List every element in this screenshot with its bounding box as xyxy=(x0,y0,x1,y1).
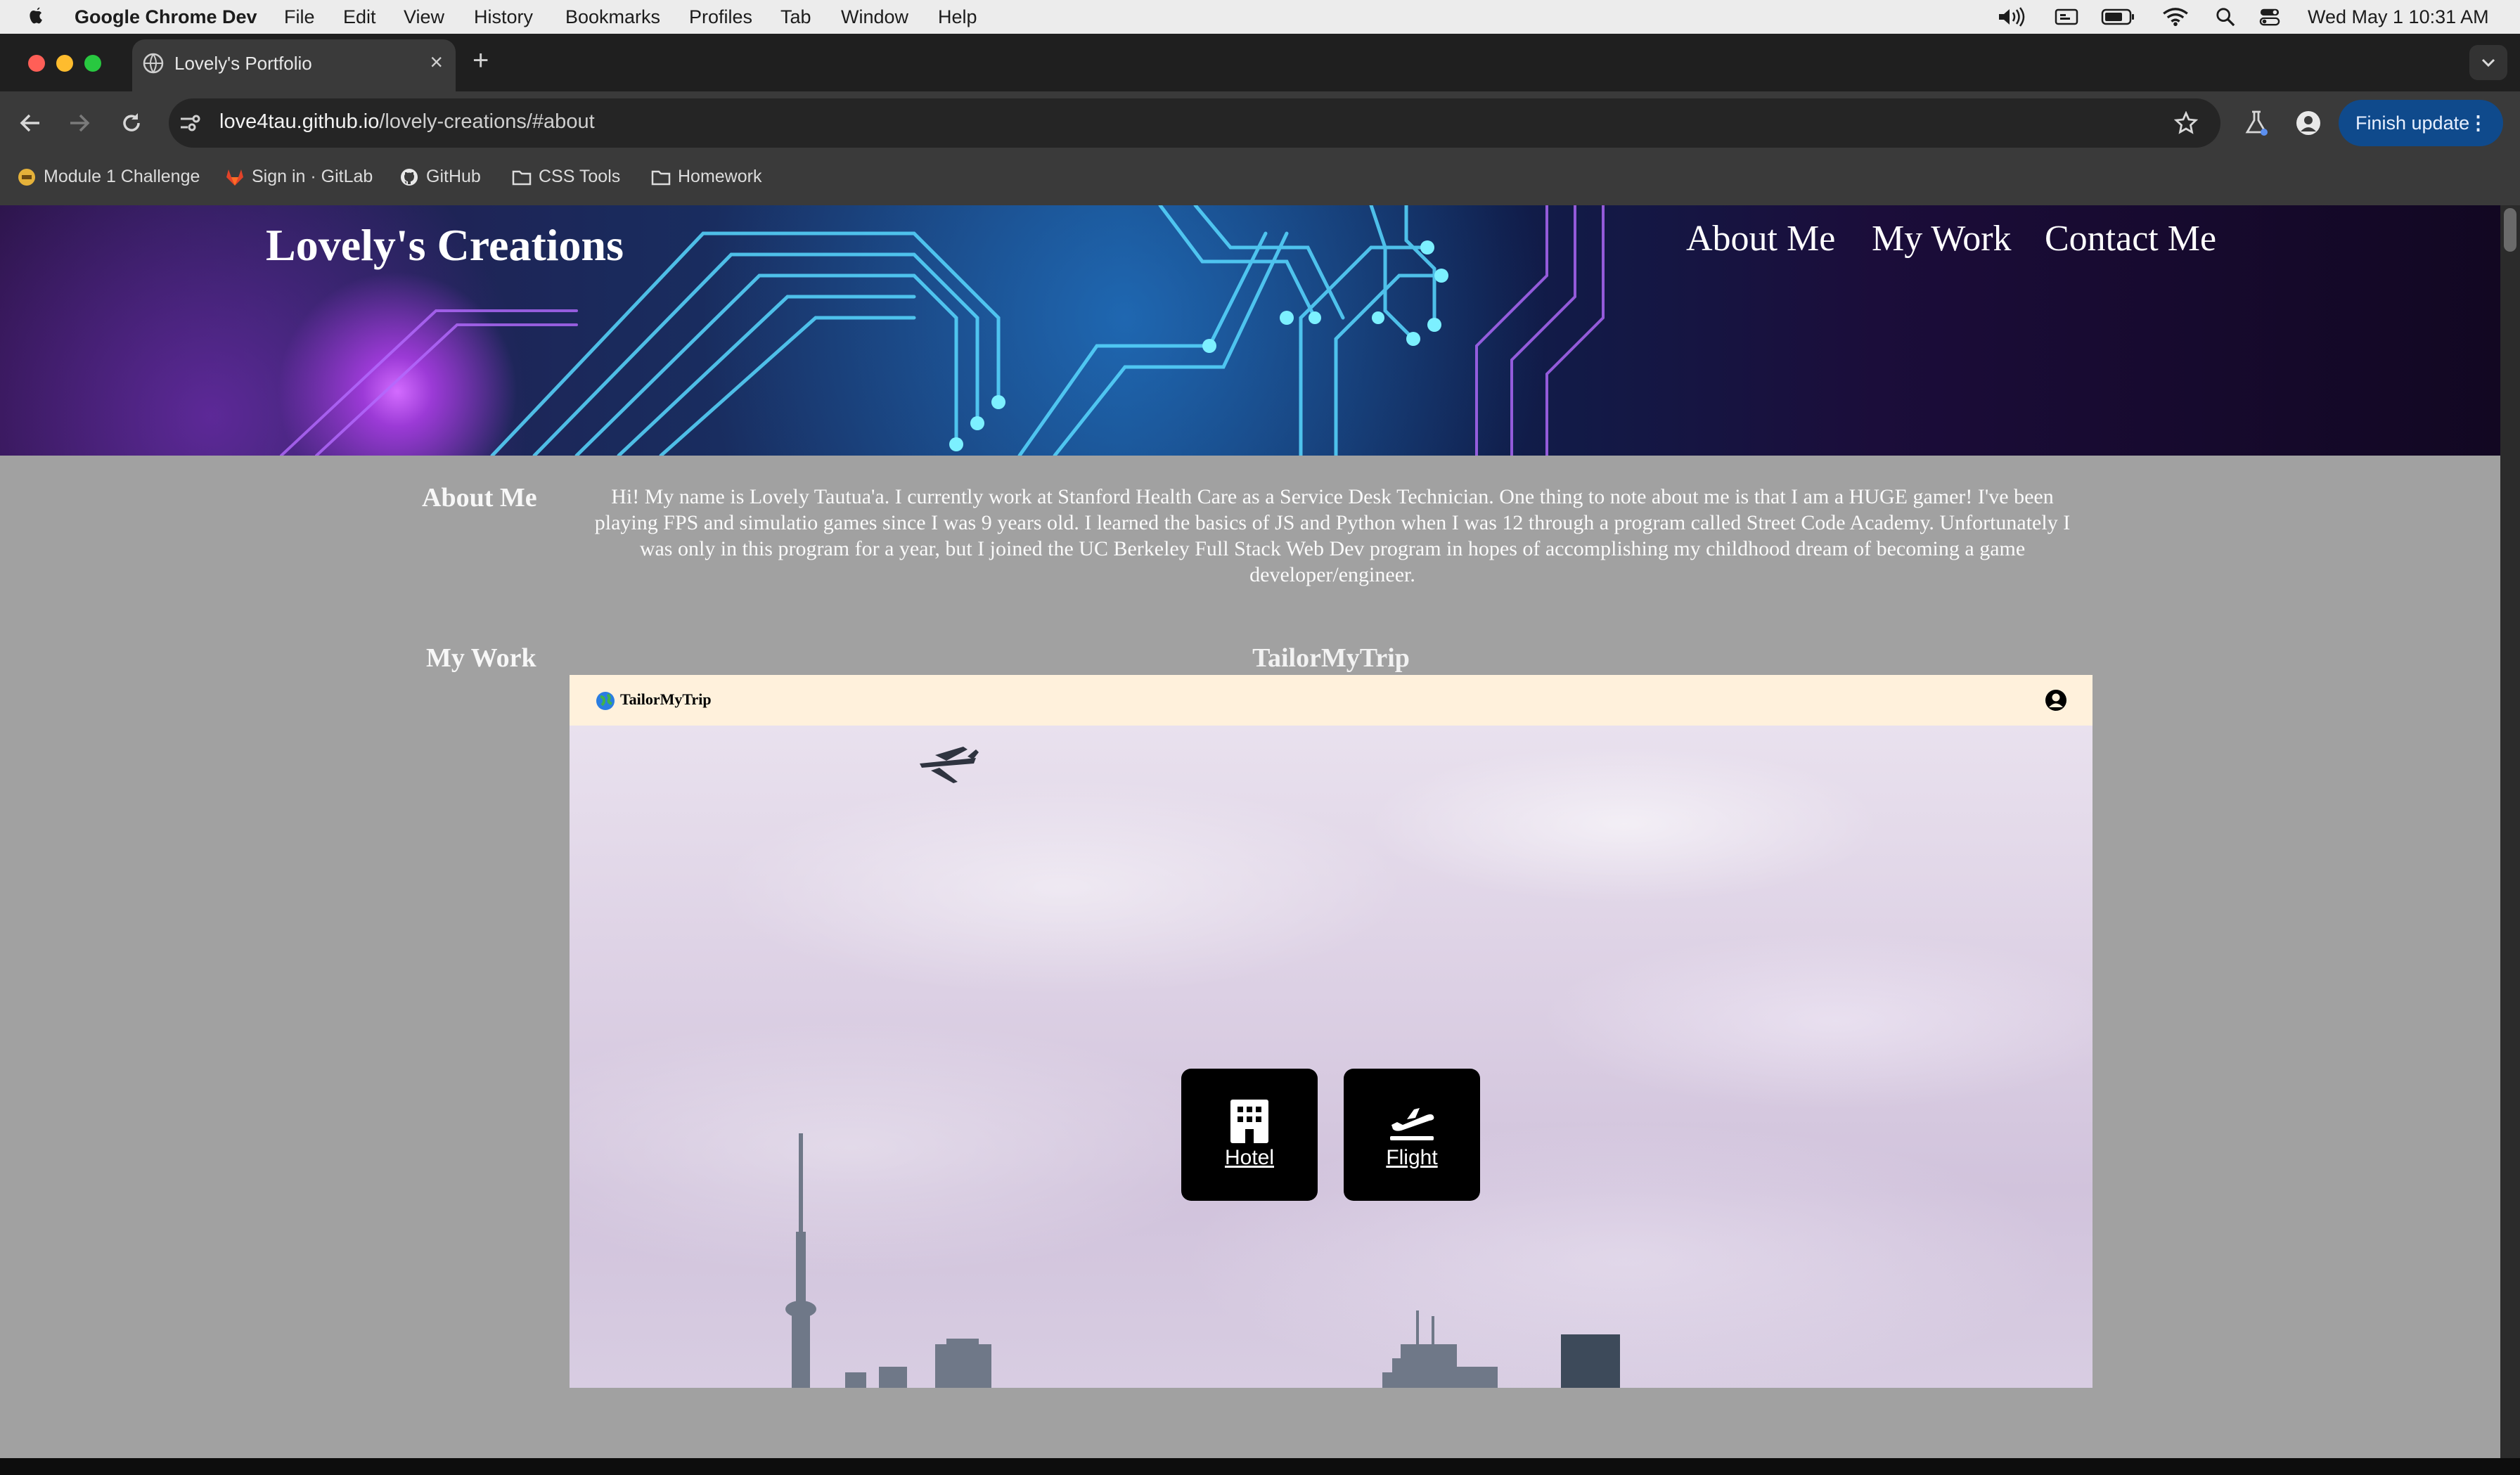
page-scrollbar[interactable] xyxy=(2500,205,2520,1458)
tab-lovelys-portfolio[interactable]: Lovely's Portfolio × xyxy=(132,39,456,91)
project-preview-tailormytrip[interactable]: TailorMyTrip Hotel Flight xyxy=(570,675,2092,1388)
globe-icon xyxy=(143,53,164,74)
hero-banner: Lovely's Creations About Me My Work Cont… xyxy=(0,205,2500,456)
menu-window[interactable]: Window xyxy=(841,4,908,30)
web-page: Lovely's Creations About Me My Work Cont… xyxy=(0,205,2500,1458)
bookmark-label: Sign in · GitLab xyxy=(252,167,373,186)
user-circle-icon[interactable] xyxy=(2045,689,2067,711)
bookmark-label: Module 1 Challenge xyxy=(44,167,200,186)
preview-logo-text: TailorMyTrip xyxy=(620,690,712,709)
city-skyline xyxy=(785,747,1620,1388)
bookmark-css-tools[interactable]: CSS Tools xyxy=(512,164,620,189)
bookmark-label: CSS Tools xyxy=(539,167,621,186)
finish-update-button[interactable]: Finish update ⋮ xyxy=(2339,100,2503,146)
forward-icon[interactable] xyxy=(68,112,91,134)
scrollbar-thumb[interactable] xyxy=(2504,208,2516,252)
menu-view[interactable]: View xyxy=(404,4,444,30)
site-brand[interactable]: Lovely's Creations xyxy=(266,219,624,271)
preview-navbar: TailorMyTrip xyxy=(570,675,2092,726)
wifi-icon[interactable] xyxy=(2161,7,2190,27)
nav-contact-me[interactable]: Contact Me xyxy=(2045,218,2216,259)
reload-icon[interactable] xyxy=(120,111,143,135)
minimize-window-button[interactable] xyxy=(56,55,73,72)
profile-avatar-icon[interactable] xyxy=(2295,110,2322,136)
my-work-heading: My Work xyxy=(426,643,536,673)
site-settings-icon[interactable] xyxy=(179,112,201,134)
bookmark-github[interactable]: GitHub xyxy=(399,164,481,189)
menu-help[interactable]: Help xyxy=(938,4,977,30)
display-icon[interactable] xyxy=(2055,7,2078,27)
hotel-label: Hotel xyxy=(1224,1146,1275,1169)
app-name-menu[interactable]: Google Chrome Dev xyxy=(75,4,257,30)
menu-profiles[interactable]: Profiles xyxy=(689,4,752,30)
github-icon xyxy=(401,169,418,186)
dock-area xyxy=(0,1458,2520,1475)
zoom-window-button[interactable] xyxy=(84,55,101,72)
back-icon[interactable] xyxy=(18,112,42,134)
tab-title: Lovely's Portfolio xyxy=(174,53,312,74)
volume-icon[interactable] xyxy=(1997,7,2025,27)
preview-logo[interactable]: TailorMyTrip xyxy=(595,690,712,711)
menu-history[interactable]: History xyxy=(474,4,533,30)
plane-departure-icon xyxy=(1390,1108,1434,1140)
battery-icon[interactable] xyxy=(2101,7,2136,27)
bookmark-sign-in-gitlab[interactable]: Sign in · GitLab xyxy=(225,164,373,189)
flight-label: Flight xyxy=(1386,1146,1438,1169)
nav-my-work[interactable]: My Work xyxy=(1872,218,2012,259)
clock[interactable]: Wed May 1 10:31 AM xyxy=(2308,4,2489,30)
url-host: love4tau.github.io xyxy=(219,110,380,133)
sky-skyline-image xyxy=(570,726,2092,1388)
bookmarks-bar xyxy=(0,156,2520,206)
gitlab-icon xyxy=(226,169,243,186)
chevron-down-icon xyxy=(2481,58,2495,67)
tab-search-button[interactable] xyxy=(2469,45,2507,80)
bookmark-star-icon[interactable] xyxy=(2174,111,2198,135)
folder-icon xyxy=(512,171,532,186)
bookmark-favicon-icon xyxy=(18,169,35,186)
menu-file[interactable]: File xyxy=(284,4,315,30)
url-path: /lovely-creations/#about xyxy=(379,110,595,133)
menu-bookmarks[interactable]: Bookmarks xyxy=(565,4,660,30)
labs-flask-icon[interactable] xyxy=(2244,110,2268,136)
about-me-heading: About Me xyxy=(422,483,537,513)
bookmark-homework[interactable]: Homework xyxy=(651,164,761,189)
new-tab-icon[interactable]: + xyxy=(472,45,489,77)
bookmark-label: GitHub xyxy=(426,167,481,186)
close-window-button[interactable] xyxy=(28,55,45,72)
macos-menu-bar: Google Chrome Dev File Edit View History… xyxy=(0,0,2520,34)
hotel-card-button[interactable]: Hotel xyxy=(1181,1069,1318,1201)
globe-icon xyxy=(596,692,615,710)
menu-tab[interactable]: Tab xyxy=(780,4,811,30)
hotel-building-icon xyxy=(1230,1100,1268,1143)
nav-about-me[interactable]: About Me xyxy=(1686,218,1835,259)
close-tab-icon[interactable]: × xyxy=(430,49,443,75)
bookmark-module-1-challenge[interactable]: Module 1 Challenge xyxy=(17,164,200,189)
menu-edit[interactable]: Edit xyxy=(343,4,376,30)
control-center-icon[interactable] xyxy=(2258,7,2281,27)
about-me-text: Hi! My name is Lovely Tautua'a. I curren… xyxy=(594,485,2071,586)
more-vert-icon: ⋮ xyxy=(2469,112,2488,134)
url-text[interactable]: love4tau.github.io/lovely-creations/#abo… xyxy=(219,110,595,134)
project-title[interactable]: TailorMyTrip xyxy=(1125,643,1537,674)
apple-icon[interactable] xyxy=(27,6,46,25)
bookmark-label: Homework xyxy=(678,167,762,186)
folder-icon xyxy=(651,171,671,186)
search-icon[interactable] xyxy=(2215,7,2236,27)
flight-card-button[interactable]: Flight xyxy=(1344,1069,1480,1201)
